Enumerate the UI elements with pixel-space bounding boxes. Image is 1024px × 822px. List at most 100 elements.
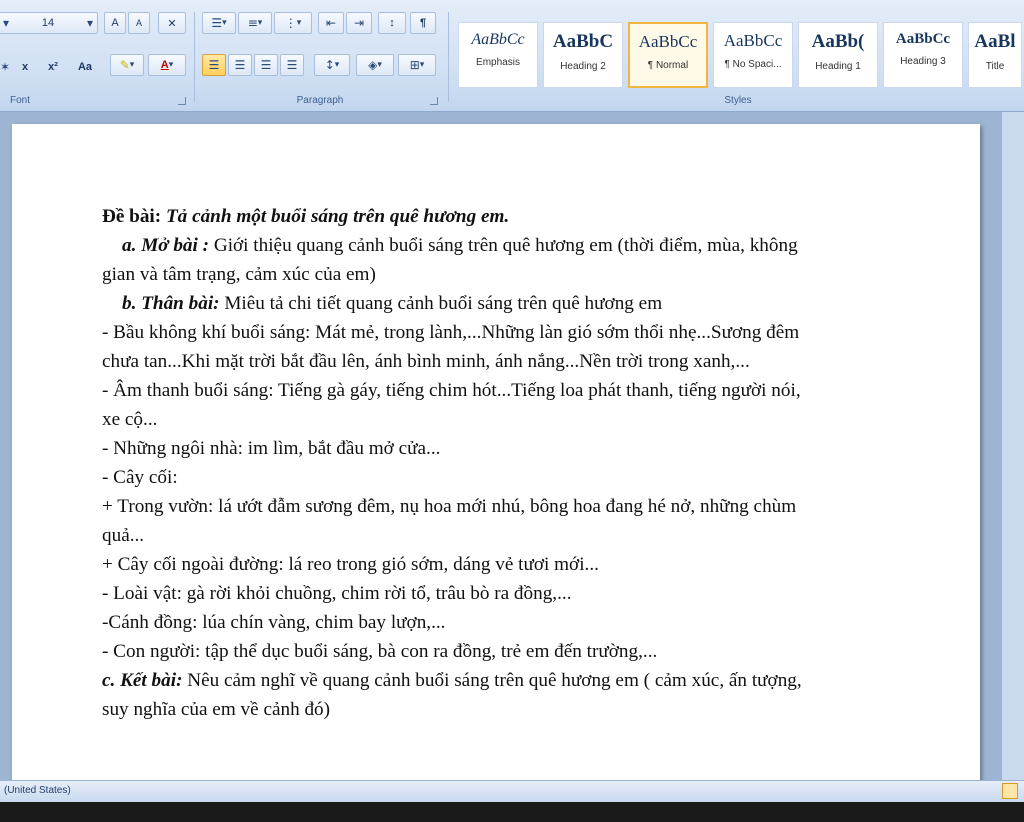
style-name: ¶ Normal [647, 60, 689, 71]
font-dialog-launcher[interactable] [178, 97, 186, 105]
mo-bai-text: Giới thiệu quang cảnh buổi sáng trên quê… [209, 235, 798, 256]
line-spacing-button[interactable]: ↕ ▾ [314, 54, 350, 76]
style-name: Heading 3 [900, 56, 946, 67]
language-indicator[interactable]: (United States) [4, 785, 71, 796]
ket-bai-line: c. Kết bài: Nêu cảm nghĩ về quang cảnh b… [102, 666, 932, 695]
align-right-button[interactable]: ☰ [254, 54, 278, 76]
style-sample: AaBbCc [638, 32, 698, 51]
increase-indent-icon: ⇥ [353, 16, 365, 30]
chevron-down-icon: ▾ [334, 60, 340, 70]
chevron-down-icon: ▾ [168, 60, 174, 70]
style-sample: AaBbCc [471, 31, 525, 48]
body-line: - Âm thanh buổi sáng: Tiếng gà gáy, tiến… [102, 380, 801, 401]
font-size-select[interactable]: ▾ 14 ▾ [0, 12, 98, 34]
decrease-indent-button[interactable]: ⇤ [318, 12, 344, 34]
align-left-button[interactable]: ☰ [202, 54, 226, 76]
paragraph-group: ☰ ▾ ≡ ▾ ⋮ ▾ ⇤ ⇥ ↕ ¶ ☰ ☰ ☰ ☰ ↕ ▾ ◈ ▾ ⊞ ▾ … [196, 8, 444, 110]
body-line: - Cây cối: [102, 467, 178, 488]
ket-bai-label: c. Kết bài: [102, 670, 183, 691]
body-line: + Trong vườn: lá ướt đẫm sương đêm, nụ h… [102, 496, 797, 517]
superscript-button[interactable]: x² [40, 56, 66, 78]
paint-bucket-icon: ◈ [368, 58, 378, 72]
justify-button[interactable]: ☰ [280, 54, 304, 76]
body-line: -Cánh đồng: lúa chín vàng, chim bay lượn… [102, 612, 446, 633]
style-sample: AaBb( [811, 31, 865, 52]
group-divider [448, 12, 449, 102]
style-item[interactable]: AaBbCc ¶ No Spaci... [713, 22, 793, 88]
chevron-down-icon: ▾ [222, 18, 227, 28]
style-sample: AaBl [974, 31, 1016, 52]
status-bar: (United States) [0, 780, 1024, 802]
group-divider [194, 12, 195, 102]
subscript-button[interactable]: x [14, 56, 36, 78]
highlight-color-button[interactable]: ✎ ▾ [110, 54, 144, 76]
grow-font-button[interactable]: A [104, 12, 126, 34]
body-line: - Bầu không khí buổi sáng: Mát mẻ, trong… [102, 322, 800, 343]
font-size-value: 14 [41, 17, 55, 29]
style-item[interactable]: AaBl Title [968, 22, 1022, 88]
style-name: Title [985, 61, 1005, 72]
multilevel-list-button[interactable]: ⋮ ▾ [274, 12, 312, 34]
doc-title-label: Đề bài: [102, 206, 162, 227]
paragraph-dialog-launcher[interactable] [430, 97, 438, 105]
document-content[interactable]: Đề bài: Tả cảnh một buổi sáng trên quê h… [102, 202, 932, 724]
body-line: - Loài vật: gà rời khỏi chuồng, chim rời… [102, 583, 572, 604]
style-item[interactable]: AaBbCc Heading 3 [883, 22, 963, 88]
align-center-button[interactable]: ☰ [228, 54, 252, 76]
align-left-icon: ☰ [208, 58, 220, 72]
align-center-icon: ☰ [234, 58, 246, 72]
clear-formatting-icon: ✕ [167, 17, 177, 30]
taskbar-strip [0, 802, 1024, 822]
than-bai-text: Miêu tả chi tiết quang cảnh buổi sáng tr… [219, 293, 663, 314]
style-sample: AaBbCc [723, 31, 783, 50]
than-bai-label: b. Thân bài: [122, 293, 220, 314]
shading-button[interactable]: ◈ ▾ [356, 54, 394, 76]
strikethrough-button[interactable]: ✶ [0, 56, 12, 78]
shrink-font-button[interactable]: A [128, 12, 150, 34]
grow-font-icon: A [111, 17, 119, 29]
borders-icon: ⊞ [409, 58, 420, 72]
sort-icon: ↕ [389, 17, 395, 29]
style-item[interactable]: AaBbC Heading 2 [543, 22, 623, 88]
style-name: ¶ No Spaci... [724, 59, 782, 70]
view-layout-icon[interactable] [1002, 783, 1018, 799]
font-group-label: Font [10, 95, 31, 106]
justify-icon: ☰ [286, 58, 298, 72]
styles-group-label: Styles [724, 95, 752, 106]
than-bai-line: b. Thân bài: Miêu tả chi tiết quang cảnh… [102, 289, 932, 318]
strikethrough-icon: ✶ [0, 60, 11, 74]
multilevel-list-icon: ⋮ [284, 16, 297, 30]
shrink-font-icon: A [135, 18, 142, 28]
style-item[interactable]: AaBbCc ¶ Normal [628, 22, 708, 88]
font-group: ▾ 14 ▾ A A ✕ ✶ x x² Aa ✎ ▾ A ▾ Font [0, 8, 192, 110]
highlighter-icon: ✎ [119, 58, 130, 72]
increase-indent-button[interactable]: ⇥ [346, 12, 372, 34]
body-line: - Những ngôi nhà: im lìm, bắt đầu mở cửa… [102, 438, 441, 459]
style-item[interactable]: AaBbCc Emphasis [458, 22, 538, 88]
font-name-dropdown-icon: ▾ [3, 16, 10, 30]
font-color-button[interactable]: A ▾ [148, 54, 186, 76]
change-case-button[interactable]: Aa [70, 56, 100, 78]
borders-button[interactable]: ⊞ ▾ [398, 54, 436, 76]
body-line: quả... [102, 525, 145, 546]
numbering-icon: ≡ [247, 16, 258, 30]
superscript-icon: x² [48, 61, 58, 73]
sort-button[interactable]: ↕ [378, 12, 406, 34]
style-item[interactable]: AaBb(Heading 1 [798, 22, 878, 88]
bullets-button[interactable]: ☰ ▾ [202, 12, 236, 34]
clear-formatting-button[interactable]: ✕ [158, 12, 186, 34]
style-sample: AaBbCc [895, 31, 951, 47]
numbering-button[interactable]: ≡ ▾ [238, 12, 272, 34]
paragraph-group-label: Paragraph [296, 95, 344, 106]
body-line: chưa tan...Khi mặt trời bắt đầu lên, ánh… [102, 351, 750, 372]
ket-bai-line-2: suy nghĩa của em về cảnh đó) [102, 699, 331, 720]
show-marks-button[interactable]: ¶ [410, 12, 436, 34]
decrease-indent-icon: ⇤ [325, 16, 337, 30]
chevron-down-icon: ▾ [86, 16, 93, 30]
doc-title-line: Đề bài: Tả cảnh một buổi sáng trên quê h… [102, 202, 932, 231]
subscript-icon: x [21, 61, 29, 73]
style-name: Heading 2 [560, 61, 606, 72]
vertical-scrollbar[interactable] [1002, 112, 1024, 780]
document-page[interactable]: Đề bài: Tả cảnh một buổi sáng trên quê h… [12, 124, 980, 794]
pilcrow-icon: ¶ [419, 17, 427, 29]
